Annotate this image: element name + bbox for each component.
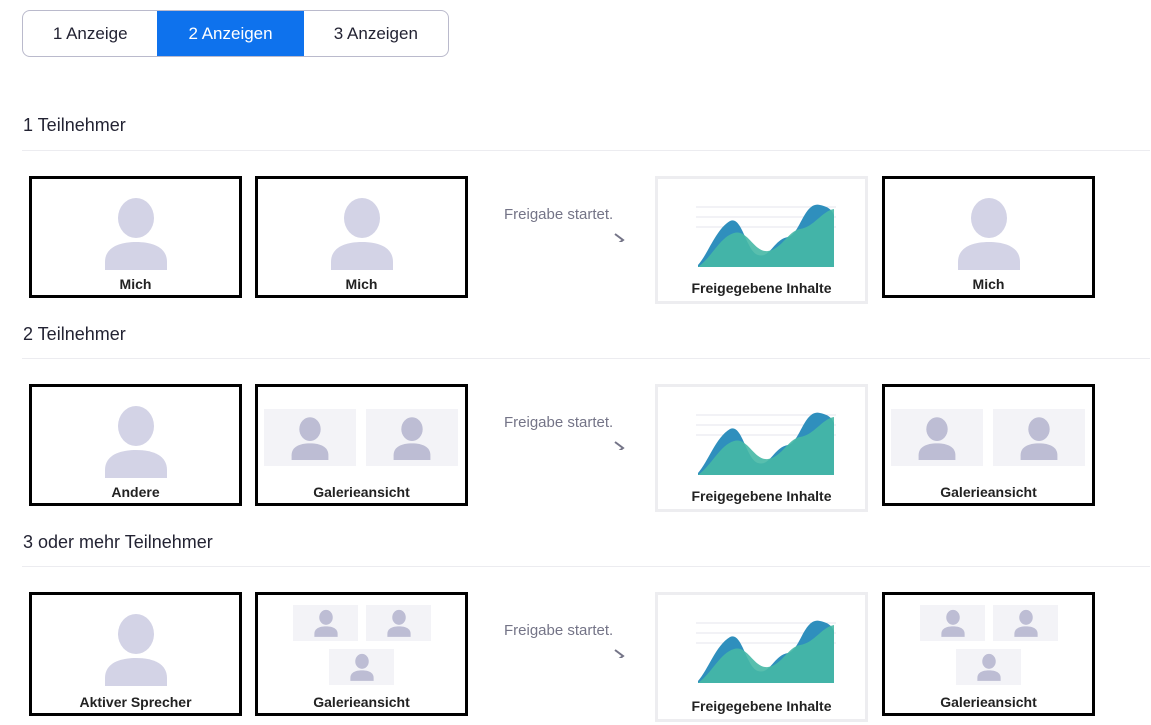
- person-avatar-icon: [976, 653, 1001, 681]
- after-right-display: Galerieansicht: [882, 592, 1095, 716]
- person-avatar-icon: [918, 416, 956, 460]
- display-label: Galerieansicht: [940, 484, 1037, 500]
- after-left-display: Freigegebene Inhalte: [655, 592, 868, 722]
- arrow-right-icon: [500, 441, 625, 450]
- gallery-tile: [891, 409, 983, 466]
- before-left-display: Aktiver Sprecher: [29, 592, 242, 716]
- before-left-display: Andere: [29, 384, 242, 506]
- before-right-display: Galerieansicht: [255, 592, 468, 716]
- arrow-text: Freigabe startet.: [504, 622, 614, 639]
- section-divider: [22, 150, 1150, 151]
- section-divider: [22, 358, 1150, 359]
- tab-1-display[interactable]: 1 Anzeige: [23, 11, 157, 56]
- display-label: Andere: [111, 484, 160, 500]
- person-avatar-icon: [393, 416, 431, 460]
- gallery-tile: [993, 605, 1058, 641]
- sharing-starts-arrow: Freigabe startet.: [500, 206, 630, 256]
- display-label: Freigegebene Inhalte: [691, 488, 832, 504]
- display-label: Mich: [119, 276, 152, 292]
- display-label: Mich: [345, 276, 378, 292]
- display-label: Galerieansicht: [313, 484, 410, 500]
- person-avatar-icon: [940, 609, 965, 637]
- person-avatar-icon: [104, 406, 167, 478]
- display-label: Aktiver Sprecher: [79, 694, 192, 710]
- tab-2-displays[interactable]: 2 Anzeigen: [157, 11, 304, 56]
- person-avatar-icon: [1020, 416, 1058, 460]
- gallery-tile: [366, 409, 458, 466]
- before-right-display: Mich: [255, 176, 468, 298]
- person-avatar-icon: [313, 609, 338, 637]
- arrow-text: Freigabe startet.: [504, 414, 614, 431]
- person-avatar-icon: [957, 198, 1020, 270]
- arrow-right-icon: [500, 233, 625, 242]
- display-label: Galerieansicht: [313, 694, 410, 710]
- before-left-display: Mich: [29, 176, 242, 298]
- gallery-tile: [993, 409, 1085, 466]
- person-avatar-icon: [291, 416, 329, 460]
- person-avatar-icon: [330, 198, 393, 270]
- shared-content-chart-icon: [696, 204, 836, 267]
- gallery-tile: [366, 605, 431, 641]
- shared-content-chart-icon: [696, 412, 836, 475]
- arrow-text: Freigabe startet.: [504, 206, 614, 223]
- shared-content-chart-icon: [696, 620, 836, 683]
- person-avatar-icon: [386, 609, 411, 637]
- sharing-starts-arrow: Freigabe startet.: [500, 414, 630, 464]
- display-count-tabs: 1 Anzeige 2 Anzeigen 3 Anzeigen: [22, 10, 449, 57]
- tab-3-displays[interactable]: 3 Anzeigen: [304, 11, 448, 56]
- gallery-tile: [920, 605, 985, 641]
- display-label: Freigegebene Inhalte: [691, 698, 832, 714]
- after-left-display: Freigegebene Inhalte: [655, 176, 868, 304]
- arrow-right-icon: [500, 649, 625, 658]
- gallery-tile: [329, 649, 394, 685]
- section-title-2: 2 Teilnehmer: [23, 324, 126, 344]
- person-avatar-icon: [104, 198, 167, 270]
- sharing-starts-arrow: Freigabe startet.: [500, 622, 630, 672]
- display-label: Galerieansicht: [940, 694, 1037, 710]
- gallery-tile: [956, 649, 1021, 685]
- section-title-3: 3 oder mehr Teilnehmer: [23, 532, 213, 552]
- after-left-display: Freigegebene Inhalte: [655, 384, 868, 512]
- before-right-display: Galerieansicht: [255, 384, 468, 506]
- display-label: Mich: [972, 276, 1005, 292]
- person-avatar-icon: [349, 653, 374, 681]
- display-label: Freigegebene Inhalte: [691, 280, 832, 296]
- after-right-display: Galerieansicht: [882, 384, 1095, 506]
- person-avatar-icon: [1013, 609, 1038, 637]
- after-right-display: Mich: [882, 176, 1095, 298]
- gallery-tile: [264, 409, 356, 466]
- section-divider: [22, 566, 1150, 567]
- section-title-1: 1 Teilnehmer: [23, 115, 126, 135]
- gallery-tile: [293, 605, 358, 641]
- person-avatar-icon: [104, 614, 167, 686]
